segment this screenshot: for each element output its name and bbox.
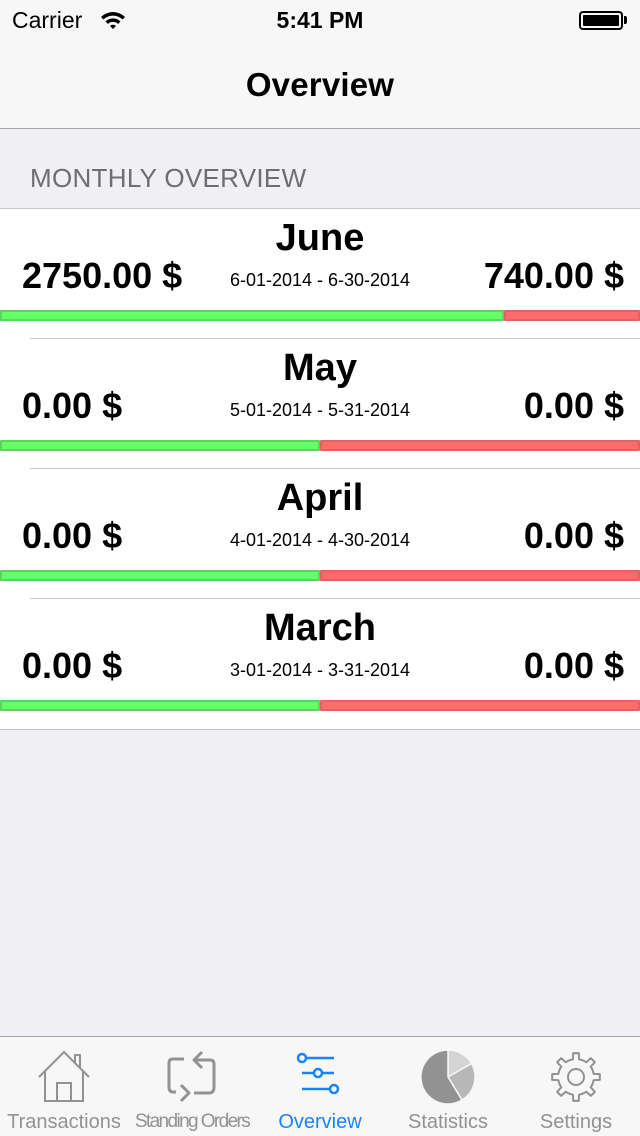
month-name: June	[275, 217, 365, 259]
income-expense-bar	[0, 440, 640, 451]
repeat-icon	[167, 1050, 216, 1103]
tab-standing-orders[interactable]: Standing Orders	[128, 1037, 256, 1136]
tab-overview[interactable]: Overview	[256, 1037, 384, 1136]
month-row[interactable]: March 0.00 $ 3-01-2014 - 3-31-2014 0.00 …	[0, 599, 640, 729]
month-name: April	[276, 477, 364, 519]
section-header: MONTHLY OVERVIEW	[30, 163, 307, 193]
gear-icon	[551, 1052, 601, 1102]
month-name: March	[264, 607, 376, 649]
income-expense-bar	[0, 310, 640, 321]
tab-label: Overview	[278, 1111, 362, 1133]
income-expense-bar	[0, 570, 640, 581]
status-bar: Carrier 5:41 PM	[0, 0, 640, 40]
month-row[interactable]: April 0.00 $ 4-01-2014 - 4-30-2014 0.00 …	[0, 469, 640, 599]
expense-amount: 0.00 $	[523, 385, 624, 426]
expense-bar-segment	[320, 700, 640, 711]
income-bar-segment	[0, 310, 505, 321]
sliders-icon	[296, 1052, 340, 1095]
expense-amount: 0.00 $	[523, 515, 624, 556]
battery-icon	[579, 11, 623, 30]
battery-fill	[583, 15, 619, 26]
income-bar-segment	[0, 440, 320, 451]
tab-label: Transactions	[7, 1111, 121, 1133]
house-icon	[38, 1050, 90, 1102]
navigation-bar: Overview	[0, 40, 640, 129]
tab-label: Settings	[539, 1111, 613, 1133]
expense-amount: 0.00 $	[523, 645, 624, 686]
battery-nub	[624, 16, 627, 24]
tab-label: Standing Orders	[134, 1111, 251, 1132]
expense-amount: 740.00 $	[483, 255, 624, 296]
expense-bar-segment	[320, 570, 640, 581]
income-bar-segment	[0, 570, 320, 581]
tab-transactions[interactable]: Transactions	[0, 1037, 128, 1136]
income-bar-segment	[0, 700, 320, 711]
tab-label: Statistics	[407, 1111, 489, 1133]
monthly-overview-table: June 2750.00 $ 6-01-2014 - 6-30-2014 740…	[0, 208, 640, 730]
page-title: Overview	[245, 66, 395, 103]
income-expense-bar	[0, 700, 640, 711]
expense-bar-segment	[504, 310, 640, 321]
expense-bar-segment	[320, 440, 640, 451]
month-row[interactable]: May 0.00 $ 5-01-2014 - 5-31-2014 0.00 $	[0, 339, 640, 469]
month-name: May	[283, 347, 357, 389]
pie-chart-icon	[420, 1049, 476, 1105]
status-time: 5:41 PM	[276, 7, 364, 33]
tab-settings[interactable]: Settings	[512, 1037, 640, 1136]
month-row[interactable]: June 2750.00 $ 6-01-2014 - 6-30-2014 740…	[0, 209, 640, 339]
tab-statistics[interactable]: Statistics	[384, 1037, 512, 1136]
tab-bar: Transactions Standing Orders Overview St…	[0, 1036, 640, 1136]
